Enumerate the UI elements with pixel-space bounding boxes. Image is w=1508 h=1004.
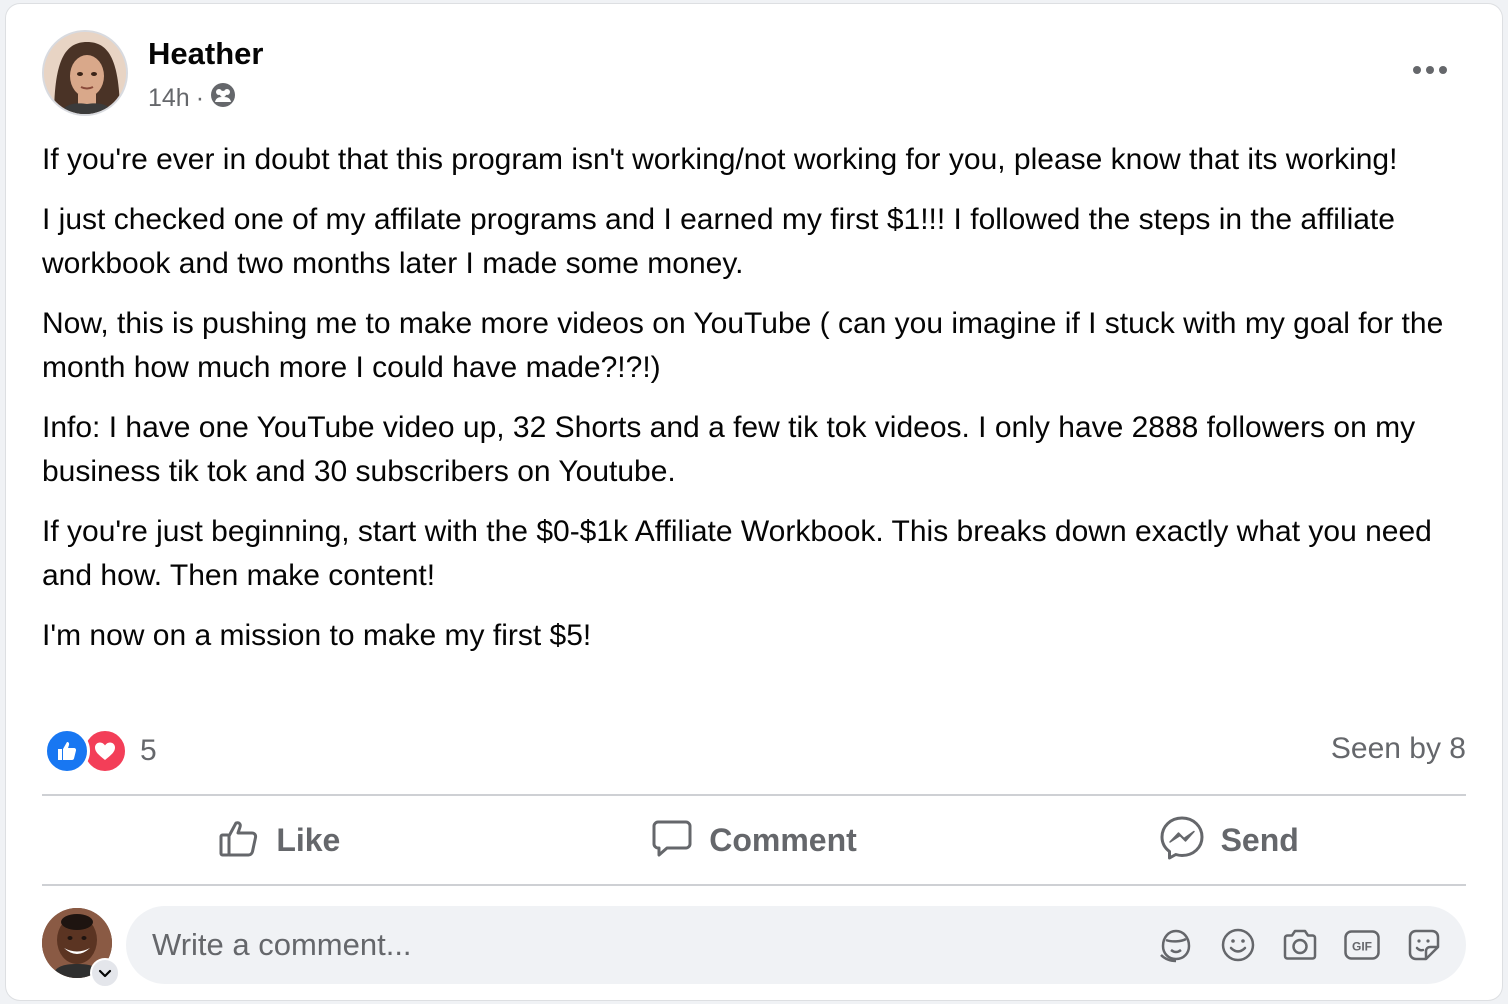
- meta-separator: ·: [195, 84, 205, 112]
- post-paragraph: If you're ever in doubt that this progra…: [42, 143, 1398, 176]
- divider: [42, 884, 1466, 886]
- author-avatar[interactable]: [42, 30, 128, 116]
- post-actions: Like Comment Send: [42, 796, 1466, 884]
- post-paragraph: I'm now on a mission to make my first $5…: [42, 619, 592, 652]
- reactions-summary[interactable]: 5: [44, 728, 157, 774]
- post-header: Heather 14h ·: [42, 30, 1466, 122]
- chevron-down-icon[interactable]: [90, 958, 120, 988]
- author-name[interactable]: Heather: [148, 36, 263, 72]
- post-time[interactable]: 14h: [148, 84, 190, 113]
- svg-text:GIF: GIF: [1352, 940, 1372, 954]
- more-dot-icon: [1413, 66, 1421, 74]
- post-meta: 14h ·: [148, 82, 236, 115]
- comment-composer: GIF: [42, 906, 1466, 988]
- like-button[interactable]: Like: [42, 796, 517, 884]
- messenger-icon: [1159, 815, 1205, 866]
- post-paragraph: Info: I have one YouTube video up, 32 Sh…: [42, 411, 1416, 488]
- post-paragraph: If you're just beginning, start with the…: [42, 515, 1432, 592]
- post-body: If you're ever in doubt that this progra…: [42, 138, 1472, 674]
- comment-bubble-icon: [651, 817, 693, 864]
- seen-by-count[interactable]: Seen by 8: [1331, 732, 1466, 766]
- group-audience-icon: [210, 82, 236, 115]
- emoji-icon[interactable]: [1218, 925, 1258, 965]
- comment-box[interactable]: GIF: [126, 906, 1466, 984]
- post-paragraph: Now, this is pushing me to make more vid…: [42, 307, 1444, 384]
- like-reaction-icon: [44, 728, 90, 774]
- post-paragraph: I just checked one of my affilate progra…: [42, 203, 1395, 280]
- more-dot-icon: [1439, 66, 1447, 74]
- post-stats: 5 Seen by 8: [42, 726, 1466, 776]
- more-dot-icon: [1426, 66, 1434, 74]
- reaction-count[interactable]: 5: [140, 734, 157, 768]
- comment-input[interactable]: [126, 926, 1156, 964]
- send-label: Send: [1220, 821, 1299, 858]
- thumbs-up-icon: [218, 817, 260, 864]
- sticker-icon[interactable]: [1404, 925, 1444, 965]
- gif-icon[interactable]: GIF: [1342, 925, 1382, 965]
- like-label: Like: [276, 821, 341, 858]
- avatar-sticker-icon[interactable]: [1156, 925, 1196, 965]
- comment-tools: GIF: [1156, 925, 1466, 965]
- comment-button[interactable]: Comment: [517, 796, 992, 884]
- send-button[interactable]: Send: [991, 796, 1466, 884]
- post-card: Heather 14h · If you're ever in doubt th…: [6, 4, 1502, 1000]
- camera-icon[interactable]: [1280, 925, 1320, 965]
- more-options-button[interactable]: [1400, 50, 1460, 90]
- comment-label: Comment: [709, 821, 857, 858]
